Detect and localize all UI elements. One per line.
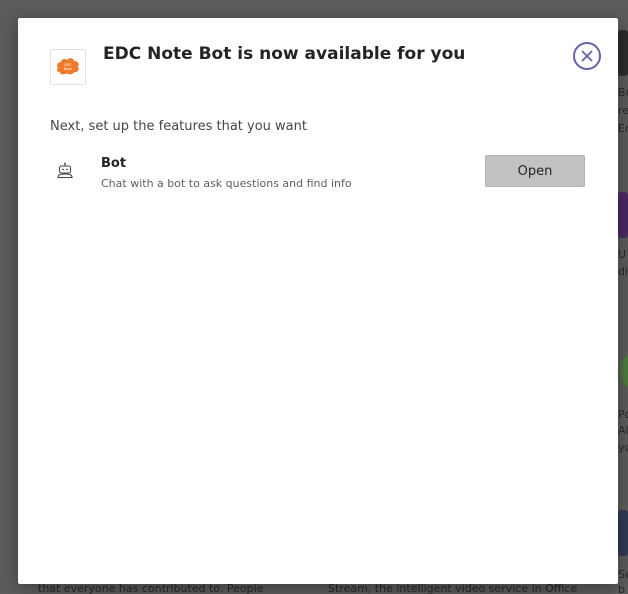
close-button[interactable] [573, 42, 601, 70]
page-backdrop: Br re Er U di Pc Al yc Se b that everyon… [0, 0, 628, 594]
setup-instruction: Next, set up the features that you want [50, 119, 307, 134]
background-text: Pc [618, 408, 628, 421]
edc-note-bot-logo: EDC Note [50, 49, 86, 85]
feature-name: Bot [101, 156, 127, 171]
app-installed-dialog: EDC Note EDC Note Bot is now available f… [18, 18, 618, 584]
background-text: Er [618, 122, 628, 135]
feature-row-bot: Bot Chat with a bot to ask questions and… [50, 154, 586, 194]
background-tile [618, 510, 628, 556]
background-text: di [618, 265, 628, 278]
background-text: re [618, 104, 628, 117]
edc-note-bot-logo-icon: EDC Note [56, 58, 79, 75]
background-text: yc [618, 441, 628, 454]
background-text: Br [618, 86, 628, 99]
background-tile [621, 354, 628, 388]
background-tile [618, 30, 628, 76]
background-text: Se [618, 568, 628, 581]
background-tile [618, 192, 628, 238]
feature-description: Chat with a bot to ask questions and fin… [101, 177, 352, 190]
background-text: Al [618, 424, 628, 437]
svg-text:Note: Note [64, 67, 72, 71]
close-icon [581, 50, 593, 62]
open-bot-button[interactable]: Open [485, 155, 585, 187]
background-text: U [618, 248, 627, 261]
background-text: b [618, 583, 625, 594]
bot-icon [57, 162, 73, 179]
dialog-title: EDC Note Bot is now available for you [103, 44, 466, 64]
